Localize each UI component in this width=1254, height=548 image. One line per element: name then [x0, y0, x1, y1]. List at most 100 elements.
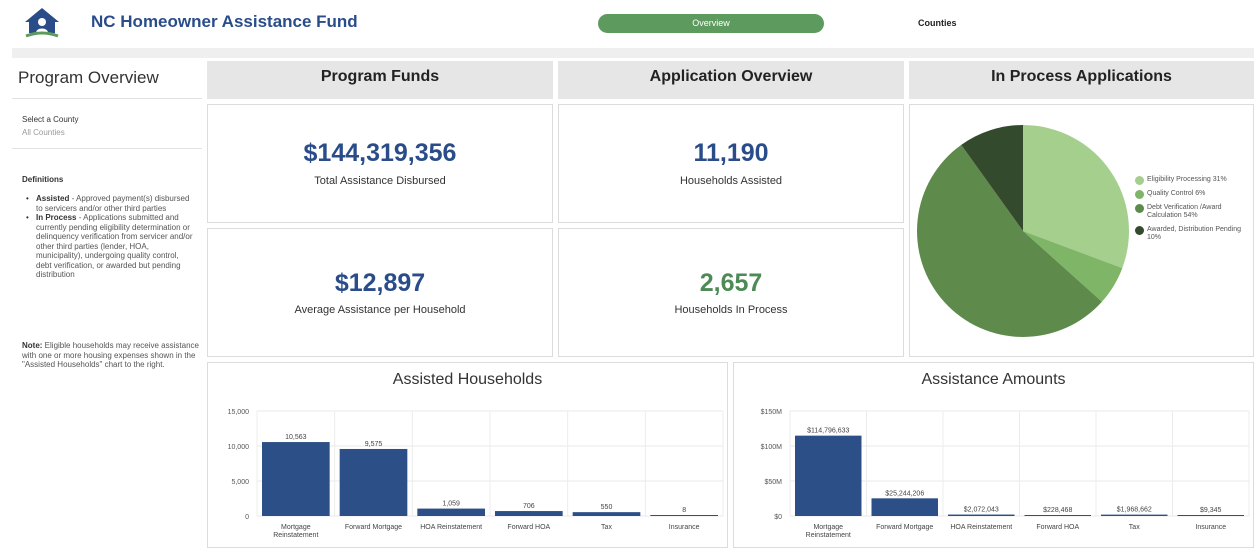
x-tick-label: HOA Reinstatement [420, 524, 482, 531]
bar[interactable] [339, 448, 408, 516]
bar-value-label: 8 [682, 507, 686, 514]
y-tick-label: 15,000 [228, 409, 250, 416]
bar[interactable] [495, 511, 563, 516]
x-tick-label: Forward Mortgage [345, 524, 402, 531]
county-select-label: Select a County [22, 115, 79, 124]
y-tick-label: $0 [774, 514, 782, 521]
assisted-households-bar-chart: 0 5,000 10,000 15,000 10,563 Mortgage Reinstat… [228, 409, 724, 539]
legend-label: Awarded, Distribution Pending [1147, 226, 1242, 233]
legend-swatch [1135, 204, 1144, 213]
bar-value-label: 10,563 [285, 434, 307, 441]
assistance-amounts-bar-chart: $0 $50M $100M $150M $114,796,633 Mortgage Rein… [761, 409, 1250, 539]
bar[interactable] [795, 435, 862, 516]
definitions-list: Assisted - Approved payment(s) disbursed… [26, 194, 196, 280]
divider [12, 98, 202, 99]
kpi-card-total-disbursed: $144,319,356 Total Assistance Disbursed [207, 104, 553, 223]
house-logo-icon [25, 8, 59, 38]
bar[interactable] [650, 515, 718, 516]
x-tick-label: Mortgage Reinstatement [806, 524, 851, 539]
kpi-value: 2,657 [699, 269, 763, 297]
kpi-label: Average Assistance per Household [294, 304, 466, 316]
definition-text: - Applications submitted and currently p… [36, 213, 193, 279]
kpi-label: Total Assistance Disbursed [314, 175, 446, 187]
legend-percent: 31% [1212, 176, 1227, 183]
bar[interactable] [417, 508, 485, 516]
note: Note: Eligible households may receive as… [22, 341, 202, 370]
bar-value-label: 706 [523, 503, 535, 510]
x-tick-label: Forward HOA [507, 524, 550, 531]
y-tick-label: 5,000 [231, 479, 249, 486]
x-tick-label: Insurance [669, 524, 700, 531]
x-tick-label: Tax [1129, 524, 1140, 531]
legend-percent: 54% [1183, 212, 1198, 219]
legend-label: Quality Control [1147, 190, 1194, 197]
bar[interactable] [1177, 515, 1245, 516]
kpi-card-average-assistance: $12,897 Average Assistance per Household [207, 228, 553, 357]
legend-percent: 6% [1195, 190, 1206, 197]
x-tick-label: Mortgage Reinstatement [273, 524, 318, 539]
x-tick-label: Forward Mortgage [876, 524, 933, 531]
bar-value-label: $114,796,633 [807, 428, 849, 435]
top-bar: NC Homeowner Assistance Fund Overview Co… [0, 0, 1254, 48]
divider [12, 148, 202, 149]
bar-value-label: 550 [601, 504, 613, 511]
app-title: NC Homeowner Assistance Fund [91, 12, 358, 31]
sidebar: Program Overview Select a County All Cou… [12, 60, 202, 548]
y-tick-label: 0 [245, 514, 249, 521]
tab-overview[interactable]: Overview [598, 14, 824, 33]
kpi-label: Households Assisted [679, 175, 783, 187]
definition-item: Assisted - Approved payment(s) disbursed… [26, 194, 196, 213]
sidebar-title: Program Overview [18, 68, 159, 87]
bar-value-label: $228,468 [1043, 507, 1072, 514]
pie-legend: Eligibility Processing 31% Quality Contr… [1135, 176, 1245, 248]
legend-item: Awarded, Distribution Pending 10% [1135, 226, 1245, 242]
bar-value-label: $1,968,662 [1117, 507, 1152, 514]
bar-value-label: $2,072,043 [964, 507, 999, 514]
bar-value-label: 1,059 [442, 501, 460, 508]
bar[interactable] [1101, 514, 1168, 516]
y-tick-label: 10,000 [228, 444, 250, 451]
bar[interactable] [948, 514, 1015, 516]
bar-value-label: $9,345 [1200, 507, 1222, 514]
y-tick-label: $100M [761, 444, 783, 451]
bar[interactable] [572, 512, 641, 516]
assisted-households-chart-card: Assisted Households 0 5,000 10,000 15,000 10… [207, 362, 728, 548]
bar[interactable] [262, 442, 330, 516]
definitions-title: Definitions [22, 175, 64, 184]
y-tick-label: $150M [761, 409, 783, 416]
legend-swatch [1135, 226, 1144, 235]
bar[interactable] [1024, 515, 1092, 516]
tab-counties[interactable]: Counties [918, 18, 957, 28]
county-select[interactable]: All Counties [22, 128, 65, 137]
note-text: Eligible households may receive assistan… [22, 341, 199, 369]
x-tick-label: HOA Reinstatement [950, 524, 1012, 531]
x-tick-label: Tax [601, 524, 612, 531]
legend-item: Quality Control 6% [1135, 190, 1245, 199]
definition-item: In Process - Applications submitted and … [26, 213, 196, 280]
section-header-program-funds: Program Funds [207, 61, 553, 99]
section-header-in-process: In Process Applications [909, 61, 1254, 99]
x-tick-label: Insurance [1195, 524, 1226, 531]
definition-term: In Process [36, 213, 77, 222]
kpi-value: 11,190 [693, 139, 769, 167]
bar-value-label: $25,244,206 [885, 490, 924, 497]
kpi-card-households-in-process: 2,657 Households In Process [558, 228, 904, 357]
legend-swatch [1135, 176, 1144, 185]
section-header-application-overview: Application Overview [558, 61, 904, 99]
kpi-value: $12,897 [334, 269, 426, 297]
kpi-card-households-assisted: 11,190 Households Assisted [558, 104, 904, 223]
header-divider [12, 48, 1254, 58]
kpi-value: $144,319,356 [303, 139, 457, 167]
note-label: Note: [22, 341, 43, 350]
bar[interactable] [871, 498, 939, 516]
legend-item: Eligibility Processing 31% [1135, 176, 1245, 185]
x-tick-label: Forward HOA [1036, 524, 1079, 531]
legend-label: Eligibility Processing [1147, 176, 1211, 183]
kpi-label: Households In Process [674, 304, 788, 316]
bar-value-label: 9,575 [365, 441, 383, 448]
assistance-amounts-chart-card: Assistance Amounts $0 $50M $100M $150M $114,… [733, 362, 1254, 548]
legend-swatch [1135, 190, 1144, 199]
definition-term: Assisted [36, 194, 70, 203]
legend-percent: 10% [1147, 234, 1162, 241]
y-tick-label: $50M [764, 479, 782, 486]
